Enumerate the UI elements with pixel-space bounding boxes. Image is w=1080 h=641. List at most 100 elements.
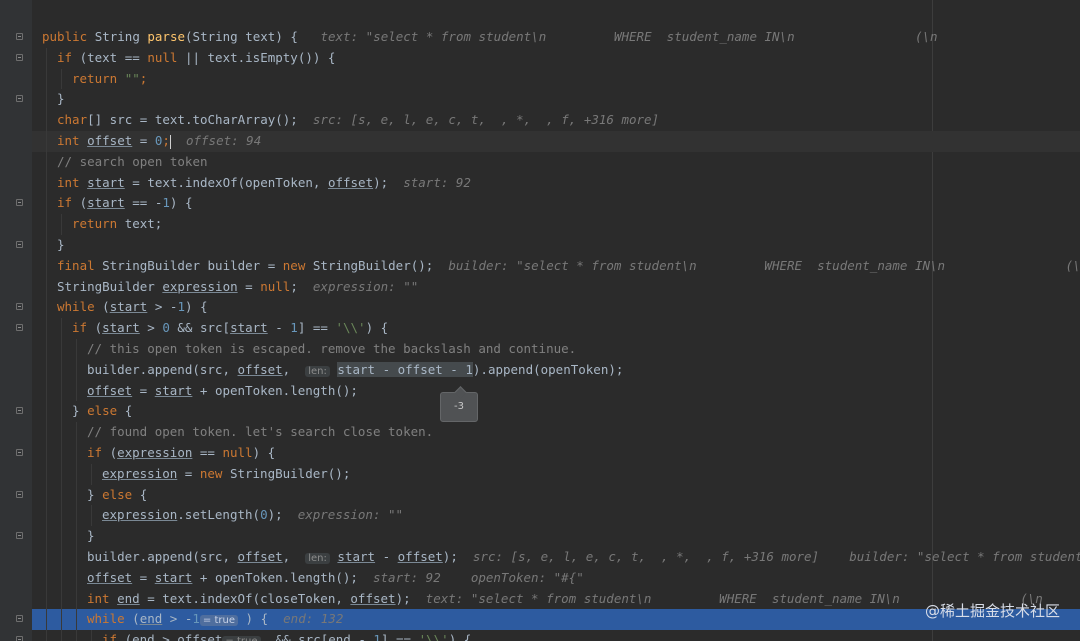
code-text: builder.append(src, offset, len: start -… (87, 547, 1080, 570)
code-line[interactable]: } (32, 235, 1080, 256)
indent-guide (46, 339, 47, 360)
code-token: String (94, 29, 148, 44)
code-line[interactable]: int offset = 0; offset: 94 (32, 131, 1080, 152)
fold-marker-icon[interactable] (16, 636, 23, 641)
indent-guide (46, 609, 47, 631)
code-line[interactable]: return text; (32, 214, 1080, 235)
fold-marker-icon[interactable] (16, 33, 23, 40)
code-token: - (375, 549, 398, 564)
fold-marker-icon[interactable] (16, 199, 23, 207)
indent-guide (46, 359, 47, 381)
code-line[interactable]: } (32, 89, 1080, 111)
code-editor[interactable]: public String parse(String text) { text:… (0, 0, 1080, 641)
fold-marker-icon[interactable] (16, 532, 23, 540)
code-text: // this open token is escaped. remove th… (87, 339, 576, 360)
code-line[interactable]: } (32, 526, 1080, 547)
code-token: start (87, 195, 125, 211)
indent-guide (61, 588, 62, 610)
fold-marker-icon[interactable] (16, 241, 23, 248)
fold-marker-icon[interactable] (16, 449, 23, 456)
code-token: = (132, 133, 155, 148)
code-token: parse (147, 29, 186, 44)
code-line[interactable]: StringBuilder expression = null; express… (32, 276, 1080, 298)
code-token: , (282, 361, 306, 377)
code-token: == - (124, 195, 163, 211)
code-line[interactable]: expression.setLength(0); expression: "" (32, 505, 1080, 527)
code-token: .setLength( (177, 507, 261, 523)
code-token: StringBuilder(); (312, 257, 449, 273)
code-line[interactable]: public String parse(String text) { text:… (32, 27, 1080, 48)
code-text: // found open token. let's search close … (87, 422, 433, 443)
fold-marker-icon[interactable] (16, 324, 23, 332)
code-token: ; (290, 278, 313, 294)
code-line[interactable]: } else { (32, 401, 1080, 423)
inline-debug-value: expression: "" (312, 278, 419, 294)
code-token: = text.indexOf(closeToken, (139, 590, 351, 606)
code-line[interactable]: builder.append(src, offset, len: start -… (32, 547, 1080, 568)
code-line[interactable]: offset = start + openToken.length(); sta… (32, 567, 1080, 589)
code-line[interactable]: expression = new StringBuilder(); (32, 463, 1080, 485)
indent-guide (61, 380, 62, 402)
indent-guide (46, 463, 47, 485)
indent-guide (46, 526, 47, 547)
code-line[interactable]: if (start > 0 && src[start - 1] == '\\')… (32, 318, 1080, 339)
code-text: if (text == null || text.isEmpty()) { (57, 48, 335, 69)
code-text: } else { (72, 401, 132, 422)
code-line[interactable]: // this open token is escaped. remove th… (32, 339, 1080, 360)
code-token: ); (395, 590, 426, 606)
indent-guide (61, 214, 62, 235)
code-text: StringBuilder expression = null; express… (57, 277, 418, 298)
code-line[interactable]: } else { (32, 484, 1080, 506)
code-line[interactable]: return ""; (32, 68, 1080, 90)
fold-marker-icon[interactable] (16, 615, 23, 623)
code-token: { (139, 486, 148, 502)
parameter-hint: len: (305, 365, 330, 377)
indent-guide (61, 463, 62, 485)
indent-guide (76, 630, 77, 641)
code-line[interactable]: int start = text.indexOf(openToken, offs… (32, 172, 1080, 194)
code-line[interactable]: if (end > offset= true && src[end - 1] =… (32, 630, 1080, 641)
tooltip-value: -3 (454, 401, 464, 412)
code-token: ).append(openToken); (472, 361, 624, 377)
editor-gutter[interactable] (0, 0, 32, 641)
code-token: 1 (290, 320, 298, 336)
value-tooltip: -3 (440, 392, 478, 422)
code-text: if (end > offset= true && src[end - 1] =… (102, 630, 471, 641)
fold-marker-icon[interactable] (16, 303, 23, 311)
fold-marker-icon[interactable] (16, 95, 23, 103)
code-line[interactable]: offset = start + openToken.length(); (32, 380, 1080, 402)
code-line[interactable]: // found open token. let's search close … (32, 422, 1080, 443)
indent-guide (61, 68, 62, 90)
indent-guide (46, 68, 47, 90)
code-token: start (87, 174, 125, 190)
code-token: 1 (192, 611, 200, 627)
code-token: '\\' (418, 632, 449, 641)
code-token: + openToken.length(); (192, 382, 358, 398)
fold-marker-icon[interactable] (16, 53, 23, 61)
indent-guide (76, 526, 77, 547)
code-comment: // found open token. let's search close … (87, 424, 434, 440)
selected-expression: start - offset - 1 (337, 361, 473, 377)
code-line[interactable]: final StringBuilder builder = new String… (32, 255, 1080, 277)
code-comment: // search open token (57, 153, 208, 169)
code-text: while (start > -1) { (57, 297, 208, 318)
execution-line[interactable]: while (end > -1 = true ) { end: 132 (32, 609, 1080, 631)
code-token: end (132, 632, 155, 641)
code-token: return (72, 216, 125, 232)
code-line[interactable]: char[] src = text.toCharArray(); src: [s… (32, 110, 1080, 131)
indent-guide (46, 255, 47, 277)
code-line[interactable]: if (expression == null) { (32, 443, 1080, 464)
fold-marker-icon[interactable] (16, 407, 23, 415)
code-line[interactable]: int end = text.indexOf(closeToken, offse… (32, 588, 1080, 610)
code-line[interactable]: builder.append(src, offset, len: start -… (32, 359, 1080, 381)
code-line[interactable]: if (text == null || text.isEmpty()) { (32, 47, 1080, 69)
code-text: if (start > 0 && src[start - 1] == '\\')… (72, 318, 388, 339)
indent-guide (76, 567, 77, 589)
code-line[interactable]: if (start == -1) { (32, 193, 1080, 215)
fold-marker-icon[interactable] (16, 490, 23, 498)
code-line[interactable]: while (start > -1) { (32, 297, 1080, 319)
code-token: } (57, 91, 65, 107)
code-line[interactable]: // search open token (32, 151, 1080, 173)
code-token: if (102, 632, 125, 641)
